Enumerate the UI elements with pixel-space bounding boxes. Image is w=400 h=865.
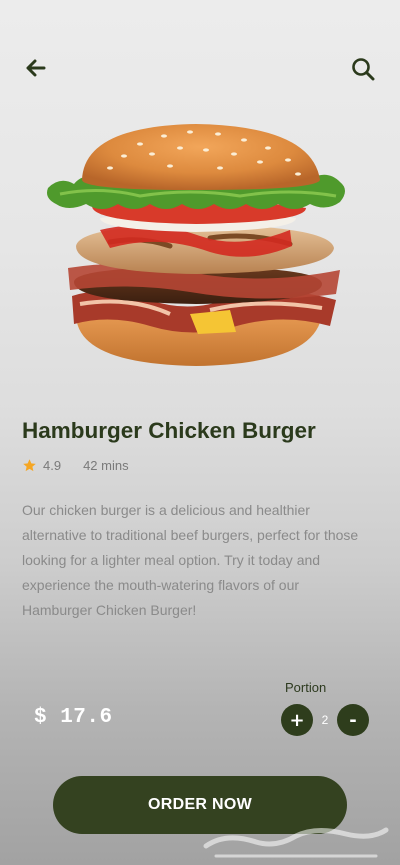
portion-stepper: + 2 - <box>281 704 369 736</box>
portion-label: Portion <box>285 680 327 695</box>
price: $ 17.6 <box>34 706 113 729</box>
search-button[interactable] <box>348 54 378 84</box>
product-title: Hamburger Chicken Burger <box>22 418 316 443</box>
burger-image <box>40 118 352 380</box>
quantity-value: 2 <box>321 713 329 727</box>
product-meta: 4.9 42 mins <box>22 458 129 473</box>
arrow-left-icon <box>26 59 46 77</box>
watermark-logo <box>203 827 389 858</box>
rating-value: 4.9 <box>43 458 62 473</box>
star-icon <box>23 459 36 472</box>
top-bar <box>22 54 378 86</box>
product-description: Our chicken burger is a delicious and he… <box>22 502 359 618</box>
search-icon <box>352 58 375 81</box>
back-button[interactable] <box>22 54 50 82</box>
decrement-button[interactable]: - <box>337 704 369 736</box>
cook-time: 42 mins <box>83 458 129 473</box>
increment-button[interactable]: + <box>281 704 313 736</box>
